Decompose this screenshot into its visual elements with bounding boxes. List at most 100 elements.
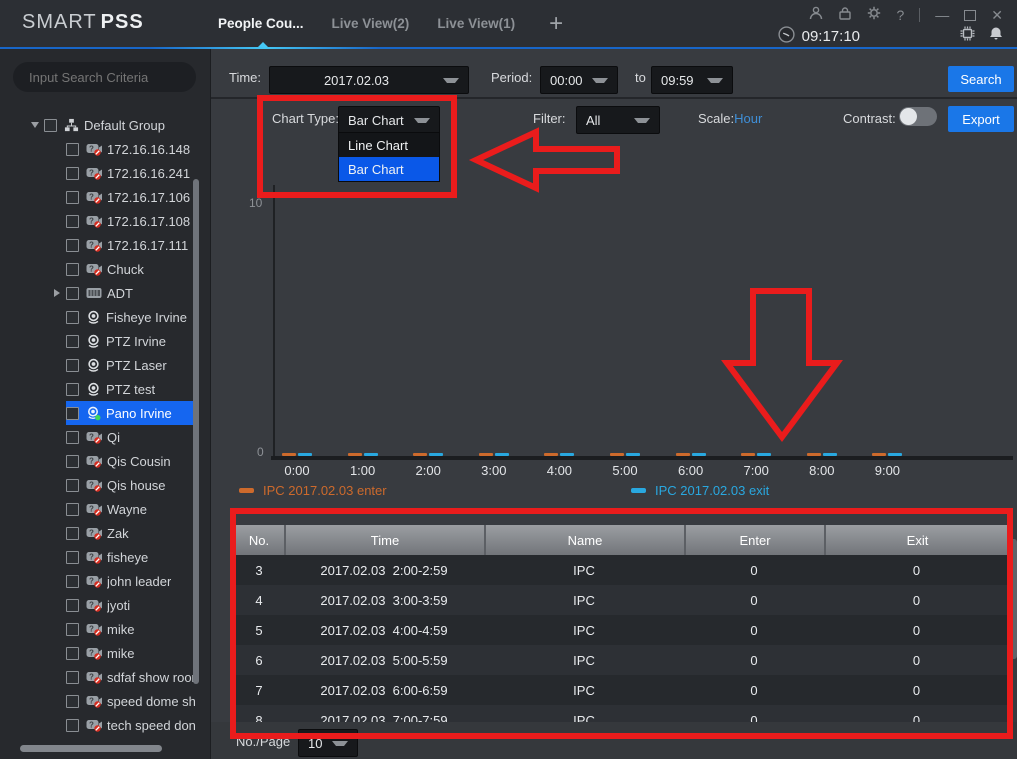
tree-item-172-16-16-148[interactable]: ?172.16.16.148 [0, 137, 210, 161]
contrast-toggle[interactable] [899, 107, 937, 126]
date-dropdown[interactable]: 2017.02.03 [269, 66, 469, 94]
tree-item-wayne[interactable]: ?Wayne [0, 497, 210, 521]
status-strip: 09:17:10 [778, 26, 1003, 46]
lock-icon[interactable] [838, 6, 852, 25]
tree-item-label: tech speed don [107, 718, 196, 733]
table-row-7[interactable]: 72017.02.03 6:00-6:59IPC00 [234, 675, 1009, 705]
device-chip-icon[interactable] [960, 26, 975, 46]
table-row-8[interactable]: 82017.02.03 7:00-7:59IPC00 [234, 705, 1009, 722]
checkbox[interactable] [66, 383, 79, 396]
tree-item-172-16-16-241[interactable]: ?172.16.16.241 [0, 161, 210, 185]
search-button[interactable]: Search [948, 66, 1014, 92]
table-row-3[interactable]: 32017.02.03 2:00-2:59IPC00 [234, 555, 1009, 585]
sidebar-vertical-scrollbar[interactable] [193, 179, 199, 684]
checkbox[interactable] [66, 527, 79, 540]
tree-item-qis-house[interactable]: ?Qis house [0, 473, 210, 497]
help-icon[interactable]: ? [896, 7, 904, 23]
tree-item-ptz-irvine[interactable]: PTZ Irvine [0, 329, 210, 353]
checkbox[interactable] [66, 551, 79, 564]
tree-item-tech-speed-don[interactable]: ?tech speed don [0, 713, 210, 737]
checkbox[interactable] [66, 575, 79, 588]
tree-item-chuck[interactable]: ?Chuck [0, 257, 210, 281]
checkbox[interactable] [66, 647, 79, 660]
option-bar-chart[interactable]: Bar Chart [339, 157, 439, 181]
checkbox[interactable] [66, 479, 79, 492]
period-end-dropdown[interactable]: 09:59 [651, 66, 733, 94]
table-scrollbar[interactable] [1010, 539, 1017, 659]
checkbox[interactable] [66, 671, 79, 684]
minimize-icon[interactable]: — [935, 7, 949, 23]
tree-item-fisheye[interactable]: ?fisheye [0, 545, 210, 569]
option-line-chart[interactable]: Line Chart [339, 133, 439, 157]
checkbox[interactable] [66, 623, 79, 636]
alarm-bell-icon[interactable] [989, 26, 1003, 46]
tree-item-ptz-test[interactable]: PTZ test [0, 377, 210, 401]
checkbox[interactable] [66, 239, 79, 252]
checkbox[interactable] [66, 167, 79, 180]
checkbox[interactable] [66, 215, 79, 228]
close-icon[interactable]: ✕ [991, 7, 1003, 24]
tab-live-view-2[interactable]: Live View(2) [332, 16, 410, 31]
checkbox[interactable] [66, 503, 79, 516]
maximize-icon[interactable] [964, 10, 976, 21]
tree-item-default-group[interactable]: Default Group [0, 113, 210, 137]
tree-item-qi[interactable]: ?Qi [0, 425, 210, 449]
tab-people-counting[interactable]: People Cou... [218, 16, 304, 31]
sidebar-horizontal-scrollbar[interactable] [20, 745, 162, 752]
export-button[interactable]: Export [948, 106, 1014, 132]
checkbox[interactable] [66, 335, 79, 348]
user-icon[interactable] [809, 6, 823, 25]
tree-item-172-16-17-108[interactable]: ?172.16.17.108 [0, 209, 210, 233]
svg-text:?: ? [89, 649, 94, 658]
checkbox[interactable] [66, 719, 79, 732]
tree-item-zak[interactable]: ?Zak [0, 521, 210, 545]
tree-item-mike[interactable]: ?mike [0, 641, 210, 665]
checkbox[interactable] [44, 119, 57, 132]
chevron-down-icon [634, 118, 650, 123]
collapse-arrow-icon[interactable] [26, 122, 44, 128]
x-tick-label: 7:00 [732, 463, 780, 478]
checkbox[interactable] [66, 287, 79, 300]
filter-dropdown[interactable]: All [576, 106, 660, 134]
table-row-5[interactable]: 52017.02.03 4:00-4:59IPC00 [234, 615, 1009, 645]
x-tick-label: 9:00 [863, 463, 911, 478]
tree-item-172-16-17-106[interactable]: ?172.16.17.106 [0, 185, 210, 209]
table-row-6[interactable]: 62017.02.03 5:00-5:59IPC00 [234, 645, 1009, 675]
add-tab-button[interactable]: + [549, 14, 563, 34]
checkbox[interactable] [66, 599, 79, 612]
filter-value: All [577, 113, 634, 128]
expand-arrow-icon[interactable] [48, 289, 66, 297]
checkbox[interactable] [66, 359, 79, 372]
checkbox[interactable] [66, 431, 79, 444]
tree-item-172-16-17-111[interactable]: ?172.16.17.111 [0, 233, 210, 257]
checkbox[interactable] [66, 695, 79, 708]
svg-text:?: ? [89, 673, 94, 682]
tree-item-adt[interactable]: ADT [0, 281, 210, 305]
per-page-dropdown[interactable]: 10 [298, 729, 358, 757]
search-input[interactable] [13, 70, 209, 85]
chart-type-dropdown[interactable]: Bar Chart [338, 106, 440, 134]
checkbox[interactable] [66, 191, 79, 204]
cell-no: 8 [234, 705, 284, 722]
scale-value-link[interactable]: Hour [734, 111, 762, 126]
tree-item-fisheye-irvine[interactable]: Fisheye Irvine [0, 305, 210, 329]
table-row-4[interactable]: 42017.02.03 3:00-3:59IPC00 [234, 585, 1009, 615]
tree-item-john-leader[interactable]: ?john leader [0, 569, 210, 593]
tree-item-mike[interactable]: ?mike [0, 617, 210, 641]
checkbox[interactable] [66, 455, 79, 468]
tree-item-speed-dome-sh[interactable]: ?speed dome sh [0, 689, 210, 713]
tree-item-sdfaf-show-roor[interactable]: ?sdfaf show roor [0, 665, 210, 689]
checkbox[interactable] [66, 311, 79, 324]
tree-item-qis-cousin[interactable]: ?Qis Cousin [0, 449, 210, 473]
tree-item-jyoti[interactable]: ?jyoti [0, 593, 210, 617]
checkbox[interactable] [66, 263, 79, 276]
tree-item-pano-irvine[interactable]: Pano Irvine [0, 401, 210, 425]
gear-icon[interactable] [867, 6, 881, 25]
checkbox[interactable] [66, 143, 79, 156]
tab-live-view-1[interactable]: Live View(1) [437, 16, 515, 31]
checkbox[interactable] [66, 407, 79, 420]
date-value: 2017.02.03 [270, 73, 443, 88]
tree-item-ptz-laser[interactable]: PTZ Laser [0, 353, 210, 377]
period-start-dropdown[interactable]: 00:00 [540, 66, 618, 94]
tree-item-label: Qis house [107, 478, 166, 493]
